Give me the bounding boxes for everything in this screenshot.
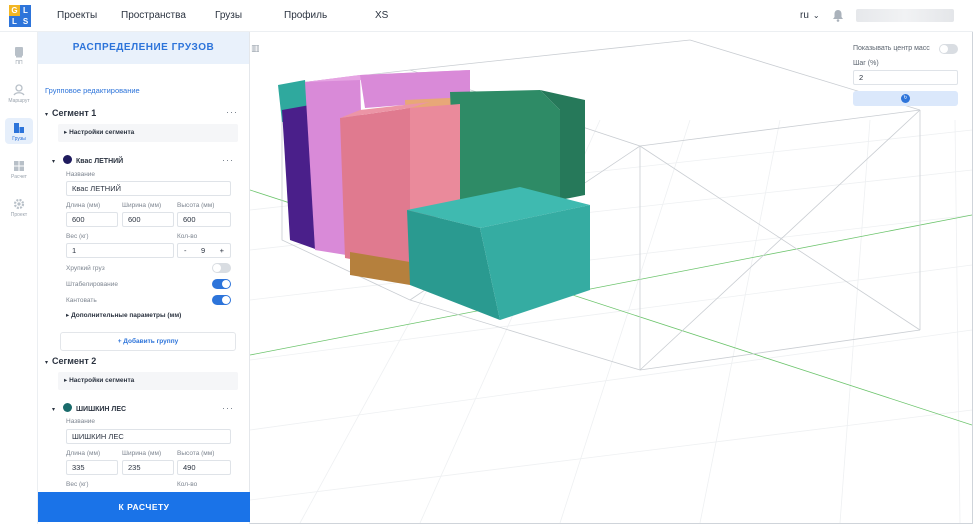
bell-icon[interactable] xyxy=(832,9,844,22)
rail-active-box: Грузы xyxy=(5,118,33,144)
rail-item-calc[interactable]: Расчет xyxy=(0,160,38,180)
cargo-color-dot[interactable] xyxy=(63,155,73,164)
stacking-toggle[interactable] xyxy=(212,279,231,289)
height-input[interactable]: 490 xyxy=(177,460,231,475)
weight-label: Вес (кг) xyxy=(66,233,89,240)
cargo-panel: РАСПРЕДЕЛЕНИЕ ГРУЗОВ Групповое редактиро… xyxy=(38,32,250,524)
segment-1-settings[interactable]: ▸ Настройки сегмента xyxy=(58,124,238,142)
nav-projects[interactable]: Проекты xyxy=(57,10,97,21)
to-calculation-button[interactable]: К РАСЧЕТУ xyxy=(38,492,250,522)
height-label: Высота (мм) xyxy=(177,202,215,209)
qty-label: Кол-во xyxy=(177,233,198,240)
cargo-1-header[interactable]: ▾ Квас ЛЕТНИЙ xyxy=(52,155,123,165)
segment-title-text: Сегмент 1 xyxy=(52,108,97,118)
settings-label: Настройки сегмента xyxy=(69,129,135,136)
cargo-2-header[interactable]: ▾ ШИШКИН ЛЕС xyxy=(52,403,126,413)
nav-cargo[interactable]: Грузы xyxy=(215,10,242,21)
height-label: Высота (мм) xyxy=(177,450,215,457)
show-center-label: Показывать центр масс xyxy=(853,45,930,52)
cargo-1-menu-icon[interactable]: ··· xyxy=(222,155,234,165)
rail-item-truck[interactable]: ПП xyxy=(0,46,38,66)
nav-spaces[interactable]: Пространства xyxy=(121,10,186,21)
calculator-icon xyxy=(14,161,24,171)
qty-label: Кол-во xyxy=(177,481,198,488)
boxes-icon xyxy=(14,123,24,133)
chevron-down-icon: ⌄ xyxy=(812,11,820,20)
step-label: Шаг (%) xyxy=(853,60,879,67)
language-value: ru xyxy=(800,10,809,21)
tilt-toggle[interactable] xyxy=(212,295,231,305)
width-input[interactable]: 235 xyxy=(122,460,174,475)
step-input[interactable]: 2 xyxy=(853,70,958,85)
nav-xs[interactable]: XS xyxy=(375,10,388,21)
caret-down-icon: ▾ xyxy=(45,112,49,118)
settings-label: Настройки сегмента xyxy=(69,377,135,384)
apply-step-button[interactable]: ↻ xyxy=(853,91,958,106)
tilt-label: Кантовать xyxy=(66,297,97,304)
name-label: Название xyxy=(66,418,96,425)
toggle-knob xyxy=(940,45,948,53)
rail-label: ПП xyxy=(15,60,23,66)
user-menu[interactable] xyxy=(856,9,954,22)
caret-down-icon: ▾ xyxy=(52,407,56,413)
nav-profile[interactable]: Профиль xyxy=(284,10,327,21)
rail-label: Маршрут xyxy=(8,98,30,104)
extra-params-label: Дополнительные параметры (мм) xyxy=(71,312,182,319)
show-center-toggle[interactable] xyxy=(939,44,958,54)
caret-down-icon: ▾ xyxy=(45,360,49,366)
weight-input[interactable]: 1 xyxy=(66,243,174,258)
fragile-label: Хрупкий груз xyxy=(66,265,105,272)
top-navigation: GL LS Проекты Пространства Грузы Профиль… xyxy=(0,0,973,32)
segment-1-menu-icon[interactable]: ··· xyxy=(226,107,238,117)
length-label: Длина (мм) xyxy=(66,202,101,209)
height-input[interactable]: 600 xyxy=(177,212,231,227)
toggle-knob xyxy=(222,280,230,288)
weight-label: Вес (кг) xyxy=(66,481,89,488)
app-logo[interactable]: GL LS xyxy=(9,5,31,27)
cargo-color-dot[interactable] xyxy=(63,403,73,412)
rail-item-route[interactable]: Маршрут xyxy=(0,84,38,104)
rail-label: Расчет xyxy=(11,174,27,180)
cargo-name-input[interactable]: ШИШКИН ЛЕС xyxy=(66,429,231,444)
qty-stepper[interactable]: - 9 + xyxy=(177,243,231,258)
language-select[interactable]: ru ⌄ xyxy=(800,10,820,21)
cargo-stack xyxy=(278,70,590,320)
width-label: Ширина (мм) xyxy=(122,450,162,457)
add-group-button[interactable]: + Добавить группу xyxy=(60,332,236,351)
rail-item-project[interactable]: Проект xyxy=(0,198,38,218)
qty-value: 9 xyxy=(200,246,206,255)
cargo-name-input[interactable]: Квас ЛЕТНИЙ xyxy=(66,181,231,196)
length-label: Длина (мм) xyxy=(66,450,101,457)
gear-icon xyxy=(13,198,25,210)
toggle-knob xyxy=(213,264,221,272)
segment-title-text: Сегмент 2 xyxy=(52,356,97,366)
cargo-2-menu-icon[interactable]: ··· xyxy=(222,403,234,413)
caret-down-icon: ▾ xyxy=(52,159,56,165)
segment-1-title[interactable]: ▾ Сегмент 1 xyxy=(45,108,96,118)
route-icon xyxy=(13,84,25,96)
name-label: Название xyxy=(66,171,96,178)
rail-label: Грузы xyxy=(12,136,26,142)
length-input[interactable]: 335 xyxy=(66,460,118,475)
segment-2-title[interactable]: ▾ Сегмент 2 xyxy=(45,356,96,366)
rail-label: Проект xyxy=(10,212,28,218)
cargo-name: ШИШКИН ЛЕС xyxy=(76,406,127,413)
qty-plus-button[interactable]: + xyxy=(220,246,224,255)
extra-params-row[interactable]: ▸ Дополнительные параметры (мм) xyxy=(66,307,246,325)
width-label: Ширина (мм) xyxy=(122,202,162,209)
segment-2-settings[interactable]: ▸ Настройки сегмента xyxy=(58,372,238,390)
group-edit-link[interactable]: Групповое редактирование xyxy=(45,86,140,95)
left-rail: ПП Маршрут Грузы Расчет Проект xyxy=(0,32,38,524)
cargo-name: Квас ЛЕТНИЙ xyxy=(76,158,124,165)
toggle-knob xyxy=(222,296,230,304)
width-input[interactable]: 600 xyxy=(122,212,174,227)
refresh-icon: ↻ xyxy=(901,94,910,103)
length-input[interactable]: 600 xyxy=(66,212,118,227)
rail-item-cargo[interactable]: Грузы xyxy=(0,118,38,144)
fragile-toggle[interactable] xyxy=(212,263,231,273)
stacking-label: Штабелирование xyxy=(66,281,119,288)
panel-title: РАСПРЕДЕЛЕНИЕ ГРУЗОВ xyxy=(38,32,249,64)
qty-minus-button[interactable]: - xyxy=(184,246,187,255)
truck-icon xyxy=(15,47,23,58)
